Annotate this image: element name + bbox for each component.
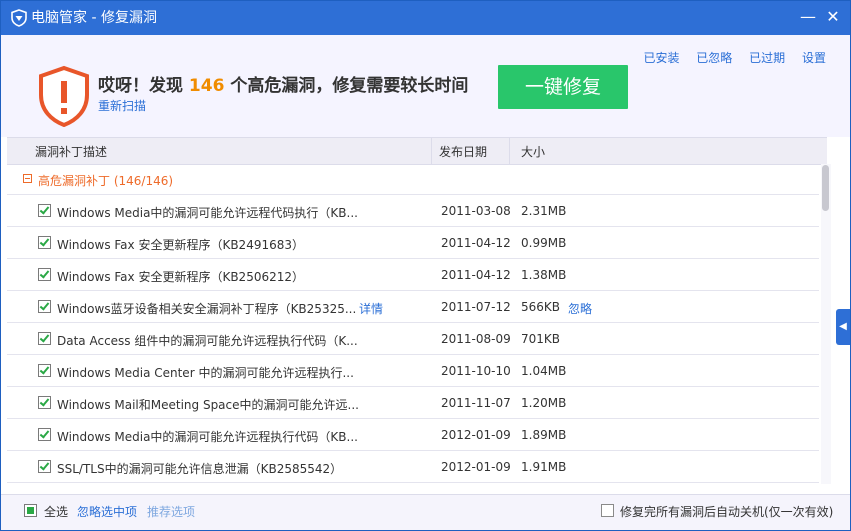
patch-date: 2011-04-12 [441, 236, 511, 250]
row-checkbox[interactable] [38, 268, 51, 281]
patch-size: 1.91MB [521, 460, 567, 474]
table-row[interactable]: Windows Mail和Meeting Space中的漏洞可能允许远... 2… [7, 387, 819, 419]
one-click-fix-button[interactable]: 一键修复 [498, 65, 628, 109]
side-panel-toggle-icon[interactable]: ◀ [836, 309, 850, 345]
title-bar: 电脑管家 - 修复漏洞 — ✕ [1, 1, 850, 35]
column-date[interactable]: 发布日期 [439, 143, 487, 160]
patch-size: 1.04MB [521, 364, 567, 378]
app-window: 电脑管家 - 修复漏洞 — ✕ 哎呀！发现 146 个高危漏洞，修复需要较长时间… [0, 0, 851, 531]
table-row[interactable]: Windows Media Center 中的漏洞可能允许远程执行... 201… [7, 355, 819, 387]
group-label: 高危漏洞补丁 (146/146) [38, 174, 174, 188]
column-divider [509, 138, 510, 164]
select-all-label[interactable]: 全选 [44, 503, 68, 520]
patch-date: 2011-07-12 [441, 300, 511, 314]
patch-size: 0.99MB [521, 236, 567, 250]
warning-shield-icon [39, 65, 89, 127]
recommended-selection-link[interactable]: 推荐选项 [147, 503, 195, 520]
patch-description: Windows Media中的漏洞可能允许远程执行代码（KB... [57, 430, 358, 444]
group-high-risk[interactable]: 高危漏洞补丁 (146/146) [7, 164, 819, 195]
table-row[interactable]: Data Access 组件中的漏洞可能允许远程执行代码（K... 2011-0… [7, 323, 819, 355]
tencent-shield-logo-icon [11, 9, 27, 27]
row-checkbox[interactable] [38, 364, 51, 377]
row-checkbox[interactable] [38, 460, 51, 473]
patch-description: Windows Media中的漏洞可能允许远程代码执行（KB... [57, 206, 358, 220]
patch-date: 2011-08-09 [441, 332, 511, 346]
patch-size: 1.20MB [521, 396, 567, 410]
patch-date: 2011-10-10 [441, 364, 511, 378]
row-checkbox[interactable] [38, 204, 51, 217]
patch-description: Data Access 组件中的漏洞可能允许远程执行代码（K... [57, 334, 358, 348]
ignored-link[interactable]: 已忽略 [696, 51, 732, 65]
patch-size: 2.31MB [521, 204, 567, 218]
row-checkbox[interactable] [38, 300, 51, 313]
patch-date: 2011-11-07 [441, 396, 511, 410]
ignore-selected-link[interactable]: 忽略选中项 [77, 503, 137, 520]
row-checkbox[interactable] [38, 428, 51, 441]
patch-date: 2011-04-12 [441, 268, 511, 282]
window-title: 电脑管家 - 修复漏洞 [31, 10, 157, 26]
collapse-icon[interactable] [23, 174, 32, 183]
patch-description: Windows Media Center 中的漏洞可能允许远程执行... [57, 366, 354, 380]
settings-link[interactable]: 设置 [802, 51, 826, 65]
scrollbar-thumb[interactable] [822, 165, 829, 211]
row-checkbox[interactable] [38, 332, 51, 345]
auto-shutdown-checkbox[interactable] [601, 504, 614, 517]
headline-prefix: 哎呀！发现 [98, 76, 189, 96]
scrollbar-track[interactable] [821, 164, 831, 484]
patch-date: 2011-03-08 [441, 204, 511, 218]
close-button[interactable]: ✕ [823, 7, 843, 27]
patch-size: 1.38MB [521, 268, 567, 282]
column-divider [431, 138, 432, 164]
patch-date: 2012-01-09 [441, 460, 511, 474]
patch-size: 1.89MB [521, 428, 567, 442]
minimize-button[interactable]: — [798, 7, 818, 27]
headline-suffix: 个高危漏洞，修复需要较长时间 [224, 76, 469, 96]
footer-bar: 全选 忽略选中项 推荐选项 修复完所有漏洞后自动关机(仅一次有效) [1, 494, 850, 530]
row-checkbox[interactable] [38, 236, 51, 249]
auto-shutdown-label[interactable]: 修复完所有漏洞后自动关机(仅一次有效) [620, 503, 833, 520]
patch-date: 2012-01-09 [441, 428, 511, 442]
table-row[interactable]: Windows Media中的漏洞可能允许远程执行代码（KB... 2012-0… [7, 419, 819, 451]
detail-link[interactable]: 详情 [359, 300, 383, 317]
table-row[interactable]: SSL/TLS中的漏洞可能允许信息泄漏（KB2585542） 2012-01-0… [7, 451, 819, 483]
column-size[interactable]: 大小 [521, 143, 545, 160]
patch-size: 701KB [521, 332, 561, 346]
result-headline: 哎呀！发现 146 个高危漏洞，修复需要较长时间 [98, 71, 468, 96]
expired-link[interactable]: 已过期 [749, 51, 785, 65]
patch-list: Windows Media中的漏洞可能允许远程代码执行（KB... 2011-0… [7, 195, 819, 485]
table-row[interactable]: Windows Fax 安全更新程序（KB2506212） 2011-04-12… [7, 259, 819, 291]
patch-description: Windows Mail和Meeting Space中的漏洞可能允许远... [57, 398, 359, 412]
table-row[interactable]: Windows蓝牙设备相关安全漏洞补丁程序（KB25325... 详情 2011… [7, 291, 819, 323]
top-links: 已安装 已忽略 已过期 设置 [630, 49, 826, 66]
table-header: 漏洞补丁描述 发布日期 大小 [7, 137, 827, 165]
patch-description: Windows Fax 安全更新程序（KB2506212） [57, 270, 304, 284]
row-checkbox[interactable] [38, 396, 51, 409]
installed-link[interactable]: 已安装 [643, 51, 679, 65]
patch-description: SSL/TLS中的漏洞可能允许信息泄漏（KB2585542） [57, 462, 343, 476]
patch-description: Windows蓝牙设备相关安全漏洞补丁程序（KB25325... [57, 302, 357, 316]
table-row[interactable]: Windows Media中的漏洞可能允许远程代码执行（KB... 2011-0… [7, 195, 819, 227]
patch-size: 566KB [521, 300, 561, 314]
column-description[interactable]: 漏洞补丁描述 [35, 143, 107, 160]
ignore-link[interactable]: 忽略 [568, 300, 592, 317]
scan-result-header: 哎呀！发现 146 个高危漏洞，修复需要较长时间 重新扫描 一键修复 已安装 已… [1, 35, 850, 137]
table-row[interactable]: Windows Fax 安全更新程序（KB2491683） 2011-04-12… [7, 227, 819, 259]
select-all-checkbox[interactable] [24, 504, 37, 517]
vulnerability-count: 146 [188, 76, 225, 96]
rescan-link[interactable]: 重新扫描 [98, 97, 146, 114]
patch-description: Windows Fax 安全更新程序（KB2491683） [57, 238, 304, 252]
